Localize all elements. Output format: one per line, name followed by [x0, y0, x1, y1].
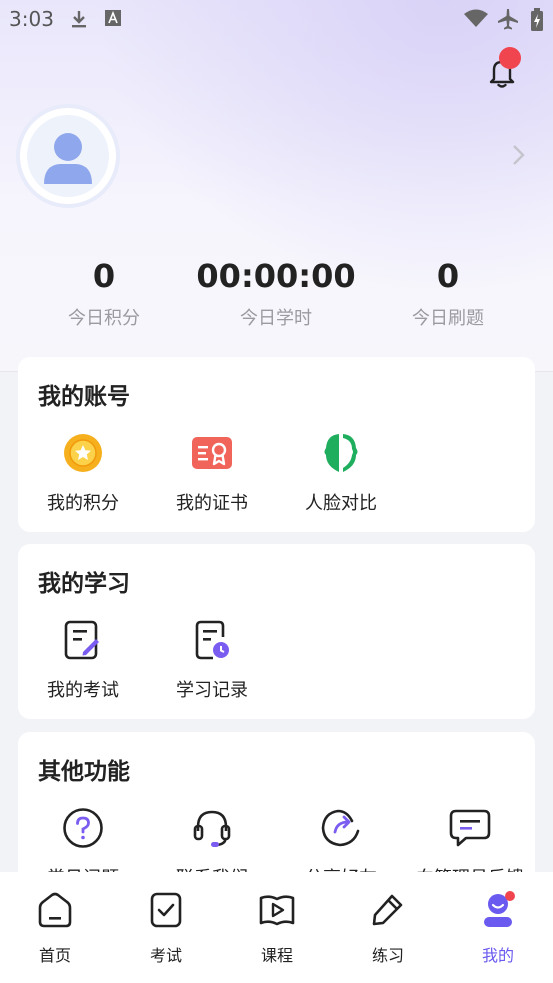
- exam-edit-icon: [64, 620, 99, 660]
- item-label: 学习记录: [176, 680, 248, 701]
- study-record-entry[interactable]: 学习记录: [147, 618, 277, 702]
- exam-icon: [150, 892, 182, 928]
- tab-label: 首页: [38, 946, 71, 965]
- wifi-icon: [464, 9, 488, 27]
- item-label: 我的考试: [47, 680, 119, 701]
- tab-label: 课程: [260, 946, 293, 965]
- tab-home[interactable]: 首页: [15, 890, 95, 966]
- stat-today-study-time: 00:00:00 今日学时: [196, 256, 356, 330]
- question-icon: [63, 808, 103, 848]
- card-title: 我的账号: [38, 384, 130, 410]
- user-avatar-icon: [27, 115, 109, 197]
- tab-exam[interactable]: 考试: [126, 890, 206, 966]
- bottom-tab-bar: 首页 考试 课程 练习 我的: [0, 872, 553, 983]
- notification-badge: [499, 47, 521, 69]
- item-label: 人脸对比: [305, 493, 377, 514]
- face-compare-entry[interactable]: 人脸对比: [276, 431, 406, 515]
- certificate-icon: [192, 437, 232, 469]
- home-icon: [38, 892, 72, 928]
- stat-value: 0: [92, 257, 116, 295]
- stat-label: 今日积分: [68, 308, 140, 329]
- practice-icon: [372, 894, 403, 926]
- stat-today-points: 0 今日积分: [44, 256, 164, 330]
- tab-practice[interactable]: 练习: [348, 890, 428, 966]
- tab-profile[interactable]: 我的: [458, 890, 538, 966]
- headset-icon: [193, 810, 231, 847]
- stat-today-questions: 0 今日刷题: [388, 256, 508, 330]
- keyboard-a-icon: [105, 10, 121, 26]
- stat-value: 00:00:00: [196, 257, 356, 295]
- chevron-right-icon[interactable]: [508, 142, 528, 168]
- item-label: 我的积分: [47, 493, 119, 514]
- tab-label: 考试: [149, 946, 182, 965]
- tab-course[interactable]: 课程: [237, 890, 317, 966]
- card-title: 我的学习: [38, 571, 130, 597]
- stat-label: 今日学时: [240, 308, 312, 329]
- battery-icon: [531, 8, 543, 31]
- download-icon: [72, 11, 86, 28]
- status-bar: 3:03: [0, 0, 553, 38]
- share-icon: [321, 809, 360, 847]
- airplane-icon: [498, 9, 518, 30]
- my-account-card: 我的账号 我的积分 我的证书 人脸对比: [18, 357, 535, 532]
- my-study-card: 我的学习 我的考试 学习记录: [18, 544, 535, 719]
- item-label: 我的证书: [176, 493, 248, 514]
- avatar[interactable]: [20, 108, 116, 204]
- course-icon: [259, 895, 295, 926]
- status-time: 3:03: [9, 7, 54, 31]
- stat-label: 今日刷题: [412, 308, 484, 329]
- feedback-icon: [449, 809, 491, 847]
- face-compare-icon: [324, 434, 358, 472]
- tab-label: 练习: [371, 946, 404, 965]
- today-stats: 0 今日积分 00:00:00 今日学时 0 今日刷题: [0, 256, 553, 336]
- points-coin-icon: [64, 434, 102, 472]
- tab-label: 我的: [481, 946, 514, 965]
- profile-icon: [484, 891, 515, 927]
- my-exams-entry[interactable]: 我的考试: [18, 618, 148, 702]
- my-points-entry[interactable]: 我的积分: [18, 431, 148, 515]
- study-record-icon: [195, 620, 229, 660]
- card-title: 其他功能: [38, 759, 130, 785]
- stat-value: 0: [436, 257, 460, 295]
- my-certificate-entry[interactable]: 我的证书: [147, 431, 277, 515]
